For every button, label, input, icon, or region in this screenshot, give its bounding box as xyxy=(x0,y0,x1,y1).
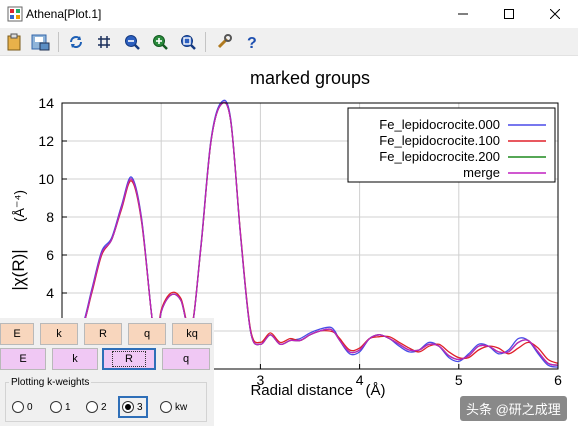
radio-dot xyxy=(86,401,98,413)
radio-dot xyxy=(12,401,24,413)
export-button[interactable] xyxy=(28,30,52,54)
chart-title: marked groups xyxy=(250,68,370,88)
plot-E-button[interactable]: E xyxy=(0,323,34,345)
y-tick-label: 12 xyxy=(38,133,54,149)
kweight-3-radio[interactable]: 3 xyxy=(118,396,148,418)
grid-icon xyxy=(98,36,110,48)
legend-label: Fe_lepidocrocite.000 xyxy=(379,117,500,132)
y-tick-label: 4 xyxy=(46,285,54,301)
plot-R-button[interactable]: R xyxy=(84,323,122,345)
radio-dot xyxy=(160,401,172,413)
close-button[interactable] xyxy=(532,0,578,28)
marked-E-button[interactable]: E xyxy=(0,348,46,370)
tools-icon xyxy=(217,34,232,49)
maximize-button[interactable] xyxy=(486,0,532,28)
zoom-in-icon xyxy=(153,35,168,50)
y-axis-label: |χ(R)| xyxy=(9,249,28,290)
plot-area: 246810121423456 Fe_lepidocrocite.000Fe_l… xyxy=(0,56,578,426)
refresh-icon xyxy=(70,36,82,48)
kweight-1-radio[interactable]: 1 xyxy=(50,399,71,415)
minimize-icon xyxy=(458,13,468,15)
y-tick-label: 6 xyxy=(46,247,54,263)
x-axis-label: Radial distance (Å) xyxy=(250,382,385,399)
help-icon: ? xyxy=(247,35,257,50)
export-icon xyxy=(31,34,50,51)
plot-kq-button[interactable]: kq xyxy=(172,323,212,345)
close-icon xyxy=(550,9,560,19)
marked-q-button[interactable]: q xyxy=(162,348,210,370)
kweight-2-radio[interactable]: 2 xyxy=(86,399,107,415)
watermark: 头条 @研之成理 xyxy=(460,396,567,421)
y-tick-label: 8 xyxy=(46,209,54,225)
legend-label: Fe_lepidocrocite.200 xyxy=(379,149,500,164)
minimize-button[interactable] xyxy=(440,0,486,28)
marked-k-button[interactable]: k xyxy=(52,348,98,370)
grid-button[interactable] xyxy=(92,30,116,54)
plot-k-button[interactable]: k xyxy=(40,323,78,345)
window-title: Athena[Plot.1] xyxy=(26,7,102,21)
clipboard-icon xyxy=(7,33,21,51)
zoom-out-icon xyxy=(125,35,140,50)
zoom-fit-button[interactable] xyxy=(176,30,200,54)
plot-controls-panel: E k R q kq E k R q Plotting k-weights 0 … xyxy=(0,318,214,426)
kweight-kw-radio[interactable]: kw xyxy=(160,399,187,415)
zoom-out-button[interactable] xyxy=(120,30,144,54)
toolbar-separator xyxy=(205,32,206,52)
legend-label: merge xyxy=(463,165,500,180)
clipboard-button[interactable] xyxy=(2,30,26,54)
maximize-icon xyxy=(504,9,514,19)
y-axis-unit: (Å⁻⁴) xyxy=(11,190,27,222)
toolbar-separator xyxy=(58,32,59,52)
refresh-button[interactable] xyxy=(64,30,88,54)
app-icon xyxy=(7,6,23,22)
zoom-in-button[interactable] xyxy=(148,30,172,54)
kweight-0-radio[interactable]: 0 xyxy=(12,399,33,415)
svg-text:?: ? xyxy=(247,35,257,50)
radio-dot-selected xyxy=(122,401,134,413)
x-tick-label: 6 xyxy=(554,372,562,388)
title-bar: Athena[Plot.1] xyxy=(0,0,578,28)
y-tick-label: 14 xyxy=(38,95,54,111)
tools-button[interactable] xyxy=(212,30,236,54)
radio-dot xyxy=(50,401,62,413)
legend-label: Fe_lepidocrocite.100 xyxy=(379,133,500,148)
plot-q-button[interactable]: q xyxy=(128,323,166,345)
help-button[interactable]: ? xyxy=(240,30,264,54)
kweight-legend: Plotting k-weights xyxy=(9,377,92,388)
marked-R-button[interactable]: R xyxy=(102,348,156,370)
y-tick-label: 10 xyxy=(38,171,54,187)
toolbar: ? xyxy=(0,28,578,56)
zoom-fit-icon xyxy=(181,35,196,50)
x-tick-label: 5 xyxy=(455,372,463,388)
